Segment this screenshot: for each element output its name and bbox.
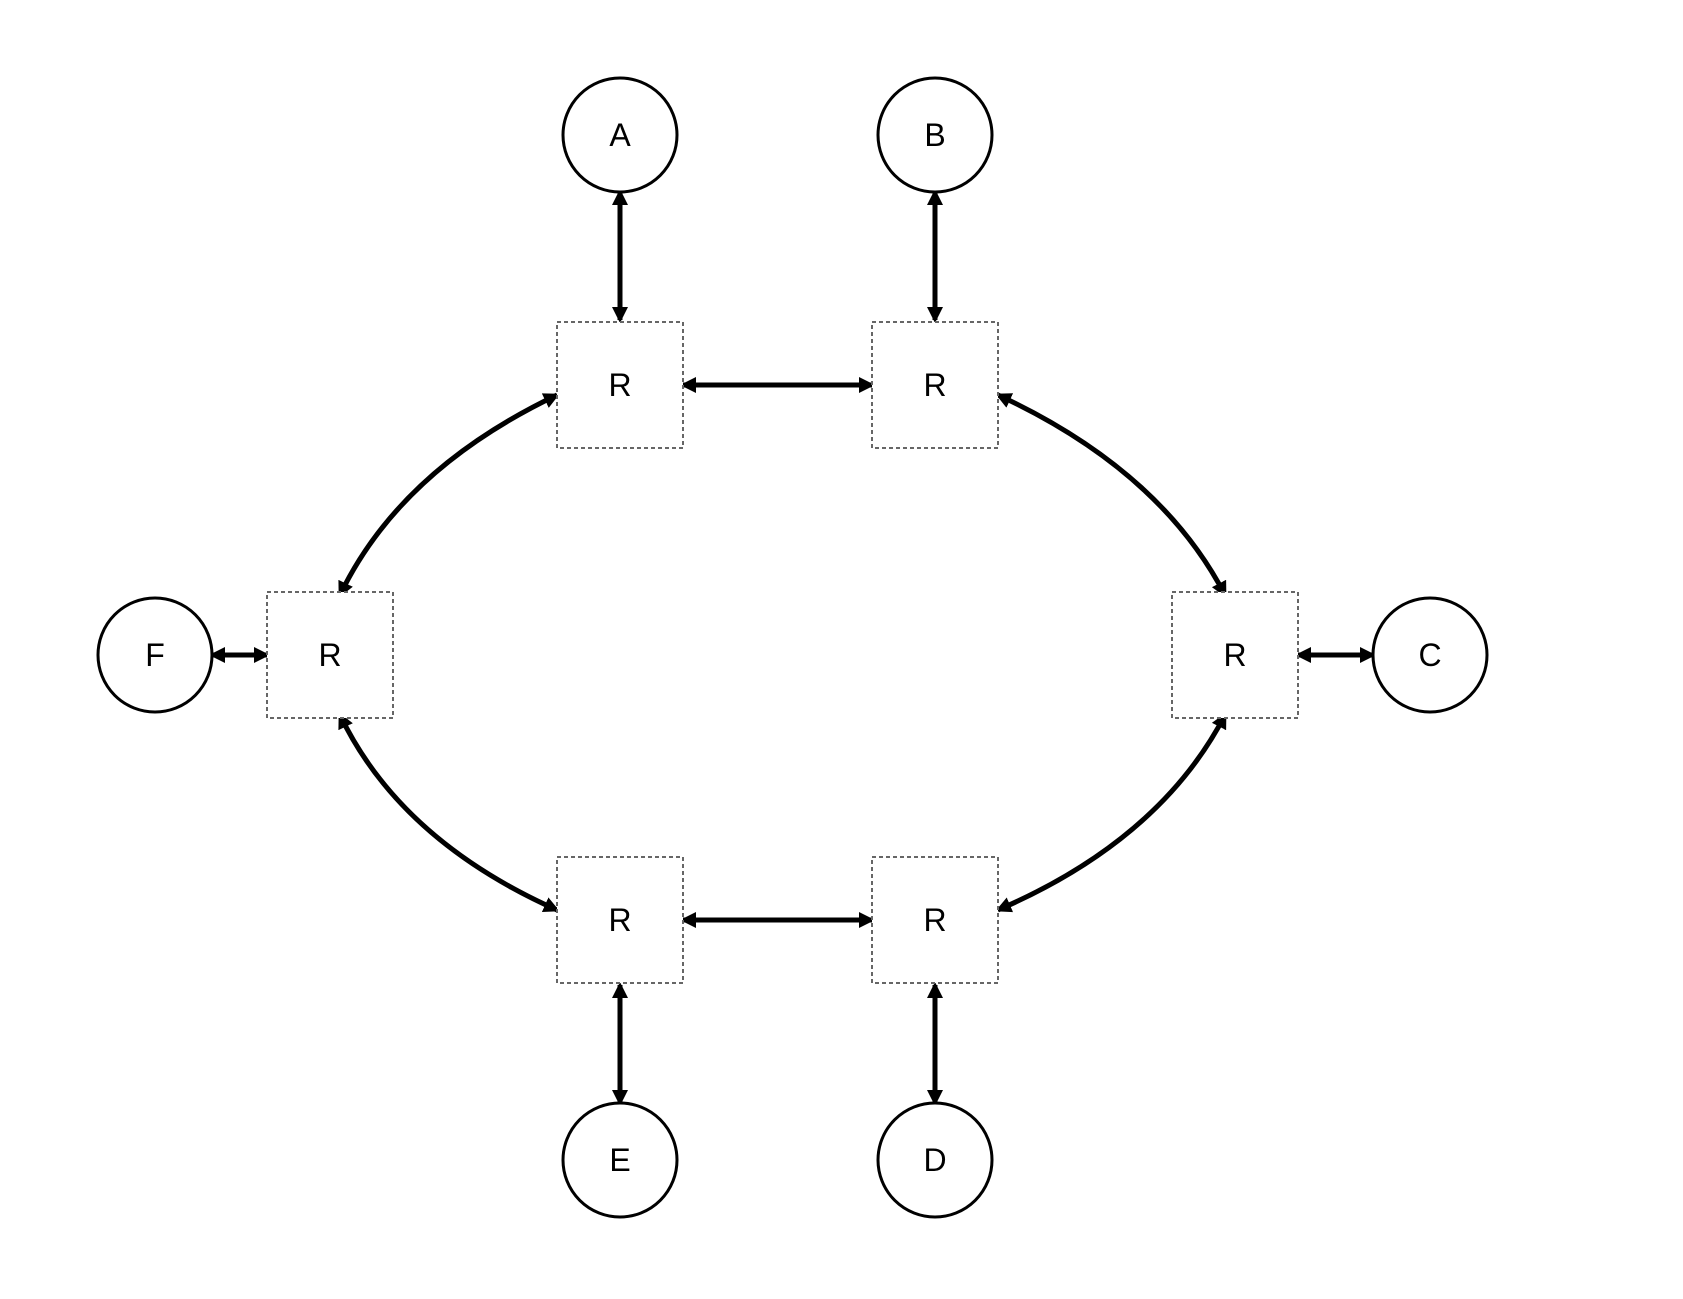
endpoint-label-E: E — [609, 1142, 630, 1178]
endpoint-label-F: F — [145, 637, 165, 673]
router-label-E: R — [608, 902, 631, 938]
diagram-svg: R R R R R R A B C D E F — [0, 0, 1683, 1299]
endpoint-label-D: D — [923, 1142, 946, 1178]
edge-RB-RC — [998, 395, 1225, 595]
endpoint-label-B: B — [924, 117, 945, 153]
router-label-C: R — [1223, 637, 1246, 673]
router-label-A: R — [608, 367, 631, 403]
edge-RF-RA — [340, 395, 557, 595]
endpoint-label-C: C — [1418, 637, 1441, 673]
router-label-B: R — [923, 367, 946, 403]
network-diagram: R R R R R R A B C D E F — [0, 0, 1683, 1299]
router-label-F: R — [318, 637, 341, 673]
edge-RC-RD — [998, 715, 1225, 910]
endpoint-label-A: A — [609, 117, 631, 153]
edge-RE-RF — [340, 715, 557, 910]
router-label-D: R — [923, 902, 946, 938]
